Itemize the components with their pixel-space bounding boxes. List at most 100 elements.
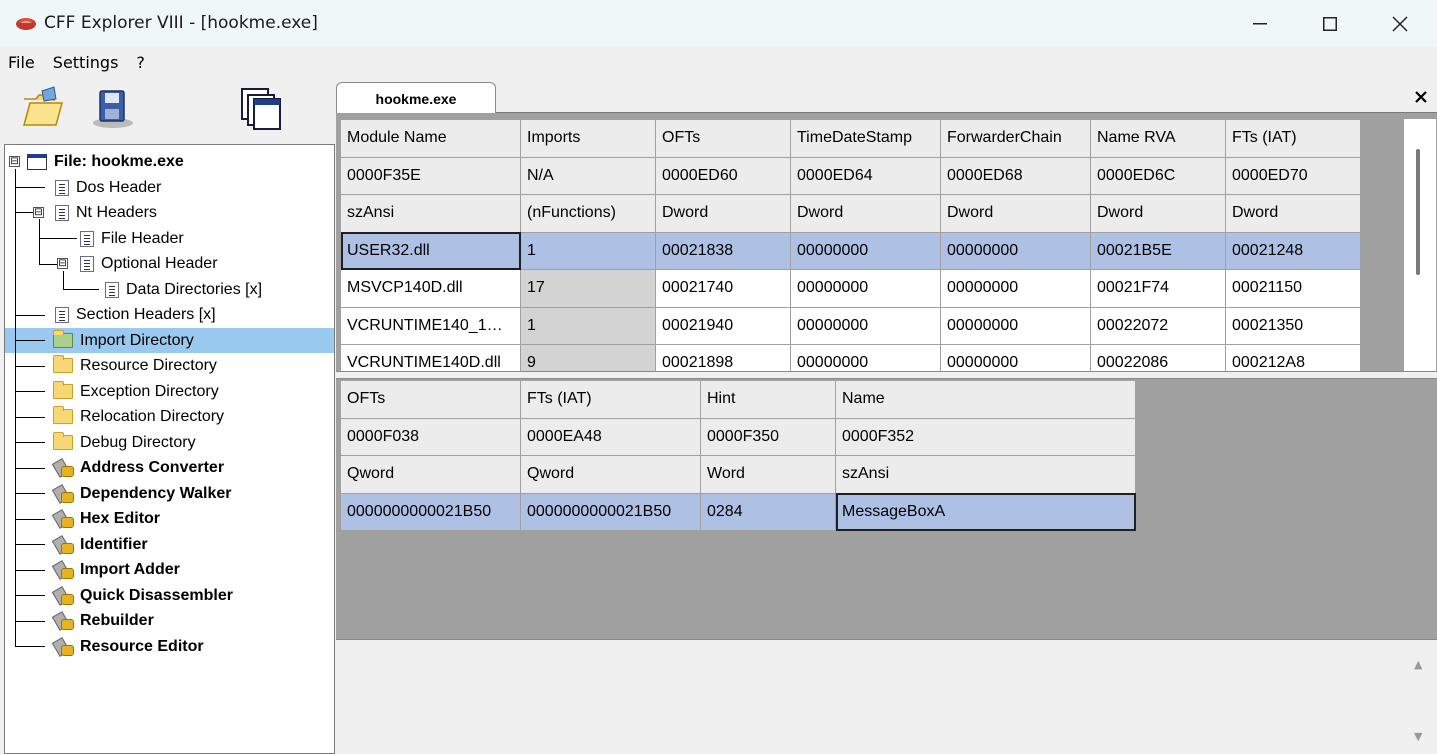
close-tab-button[interactable]	[1410, 86, 1432, 108]
hex-preview-pane[interactable]: ▲ ▼	[336, 639, 1437, 754]
table-cell[interactable]: VCRUNTIME140D.dll	[340, 344, 521, 371]
tree-item-import-adder[interactable]: Import Adder	[53, 557, 182, 582]
modules-scrollbar[interactable]	[1404, 119, 1436, 371]
table-cell[interactable]: 00021838	[655, 231, 791, 270]
table-row[interactable]: MSVCP140D.dll 17 00021740 00000000 00000…	[340, 269, 1360, 308]
table-cell[interactable]: Dword	[790, 194, 941, 233]
table-row[interactable]: 0000000000021B50 0000000000021B50 0284 M…	[340, 492, 1136, 531]
table-cell[interactable]: 00000000	[940, 269, 1091, 308]
table-cell[interactable]: 0000F038	[340, 417, 521, 456]
table-cell[interactable]: 000212A8	[1225, 344, 1360, 371]
table-cell[interactable]: 00000000	[940, 231, 1091, 270]
column-header[interactable]: Name RVA	[1090, 119, 1226, 158]
table-cell[interactable]: 00021740	[655, 269, 791, 308]
column-header[interactable]: Imports	[520, 119, 656, 158]
menu-help[interactable]: ?	[136, 53, 145, 72]
column-header[interactable]: Module Name	[340, 119, 521, 158]
table-row[interactable]: VCRUNTIME140_1D.... 1 00021940 00000000 …	[340, 306, 1360, 345]
tree-item-resource-directory[interactable]: Resource Directory	[53, 353, 219, 378]
table-cell[interactable]: 0000ED60	[655, 156, 791, 195]
table-cell[interactable]: 00021940	[655, 306, 791, 345]
table-cell[interactable]: 00000000	[790, 231, 941, 270]
minimize-button[interactable]	[1225, 0, 1295, 47]
tree-item-optional-header[interactable]: Optional Header	[80, 251, 220, 276]
table-cell[interactable]: 0284	[700, 492, 836, 531]
tree-item-file-root[interactable]: File: hookme.exe	[27, 149, 186, 174]
tree-item-identifier[interactable]: Identifier	[53, 532, 150, 557]
table-row[interactable]: USER32.dll 1 00021838 00000000 00000000 …	[340, 231, 1360, 270]
table-cell[interactable]: 00021350	[1225, 306, 1360, 345]
table-cell[interactable]: 00021248	[1225, 231, 1360, 270]
tree-item-section-headers[interactable]: Section Headers [x]	[55, 302, 218, 327]
tree-item-hex-editor[interactable]: Hex Editor	[53, 506, 162, 531]
table-cell[interactable]: 0000000000021B50	[340, 492, 521, 531]
expander-root[interactable]: ⊟	[9, 156, 20, 167]
table-cell[interactable]: 1	[520, 231, 656, 270]
table-cell[interactable]: 0000F35E	[340, 156, 521, 195]
table-cell[interactable]: MSVCP140D.dll	[340, 269, 521, 308]
table-cell[interactable]: 00021F74	[1090, 269, 1226, 308]
expander-nt-headers[interactable]: ⊟	[33, 207, 44, 218]
column-header[interactable]: OFTs	[340, 380, 521, 419]
tree-item-nt-headers[interactable]: Nt Headers	[55, 200, 159, 225]
table-cell[interactable]: Dword	[940, 194, 1091, 233]
tree-item-exception-directory[interactable]: Exception Directory	[53, 379, 221, 404]
table-cell[interactable]: 17	[520, 269, 656, 308]
table-cell[interactable]: Dword	[1225, 194, 1360, 233]
table-cell[interactable]: 00021B5E	[1090, 231, 1226, 270]
table-cell[interactable]: USER32.dll	[340, 231, 521, 270]
table-cell[interactable]: szAnsi	[835, 455, 1136, 494]
expander-optional-header[interactable]: ⊟	[57, 258, 68, 269]
column-header[interactable]: Hint	[700, 380, 836, 419]
table-cell[interactable]: Dword	[1090, 194, 1226, 233]
tree-item-debug-directory[interactable]: Debug Directory	[53, 430, 198, 455]
tab-hookme-exe[interactable]: hookme.exe	[336, 82, 496, 114]
table-cell[interactable]: (nFunctions)	[520, 194, 656, 233]
tree-item-dos-header[interactable]: Dos Header	[55, 175, 163, 200]
tree-item-address-converter[interactable]: Address Converter	[53, 455, 226, 480]
column-header[interactable]: OFTs	[655, 119, 791, 158]
table-cell[interactable]: 0000ED6C	[1090, 156, 1226, 195]
column-header[interactable]: Name	[835, 380, 1136, 419]
table-cell[interactable]: 9	[520, 344, 656, 371]
tree-item-resource-editor[interactable]: Resource Editor	[53, 634, 206, 659]
column-header[interactable]: FTs (IAT)	[1225, 119, 1360, 158]
table-cell[interactable]: 0000ED70	[1225, 156, 1360, 195]
table-cell[interactable]: 00021898	[655, 344, 791, 371]
table-cell[interactable]: Dword	[655, 194, 791, 233]
table-cell[interactable]: 0000000000021B50	[520, 492, 701, 531]
table-cell[interactable]: 00000000	[940, 344, 1091, 371]
windows-icon[interactable]	[238, 85, 284, 131]
tree-item-file-header[interactable]: File Header	[80, 226, 186, 251]
save-disk-icon[interactable]	[90, 85, 136, 131]
scroll-up-icon[interactable]: ▲	[1414, 658, 1422, 671]
table-cell[interactable]: VCRUNTIME140_1D....	[340, 306, 521, 345]
table-cell[interactable]: 00022086	[1090, 344, 1226, 371]
table-cell[interactable]: szAnsi	[340, 194, 521, 233]
column-header[interactable]: FTs (IAT)	[520, 380, 701, 419]
open-folder-icon[interactable]	[20, 85, 66, 131]
scroll-down-icon[interactable]: ▼	[1414, 730, 1422, 743]
tree-item-data-directories[interactable]: Data Directories [x]	[105, 277, 264, 302]
table-cell[interactable]: 1	[520, 306, 656, 345]
table-cell[interactable]: 00000000	[790, 306, 941, 345]
menu-file[interactable]: File	[8, 53, 35, 72]
tree-item-quick-disassembler[interactable]: Quick Disassembler	[53, 583, 235, 608]
tree-item-import-directory[interactable]: Import Directory	[53, 328, 196, 353]
table-cell[interactable]: 0000ED68	[940, 156, 1091, 195]
table-cell[interactable]: Word	[700, 455, 836, 494]
close-button[interactable]	[1365, 0, 1435, 47]
table-cell[interactable]: 0000F350	[700, 417, 836, 456]
table-cell[interactable]: 00021150	[1225, 269, 1360, 308]
column-header[interactable]: TimeDateStamp	[790, 119, 941, 158]
table-cell[interactable]: 00000000	[790, 269, 941, 308]
tree-item-rebuilder[interactable]: Rebuilder	[53, 608, 156, 633]
table-row[interactable]: VCRUNTIME140D.dll 9 00021898 00000000 00…	[340, 344, 1360, 371]
scrollbar-thumb[interactable]	[1416, 149, 1420, 275]
table-cell[interactable]: 00000000	[790, 344, 941, 371]
table-cell[interactable]: Qword	[520, 455, 701, 494]
table-cell[interactable]: 0000EA48	[520, 417, 701, 456]
table-cell[interactable]: Qword	[340, 455, 521, 494]
maximize-button[interactable]	[1295, 0, 1365, 47]
pane-splitter[interactable]	[336, 371, 1437, 379]
